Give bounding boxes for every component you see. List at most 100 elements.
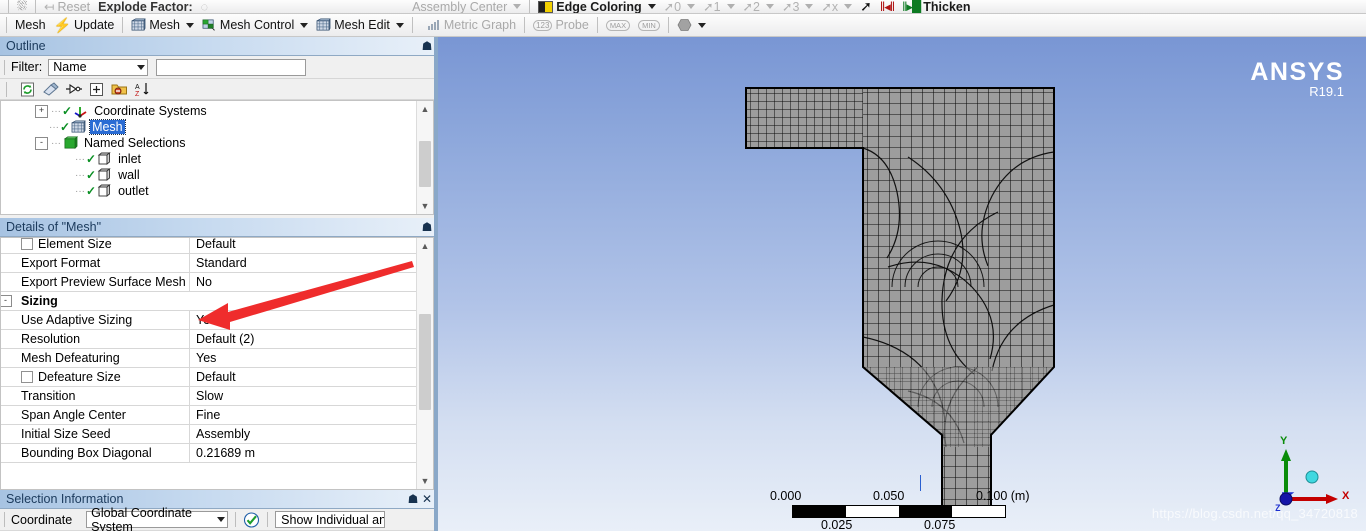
tree-node[interactable]: ··· ✓ inlet [1, 151, 417, 167]
mesh-control-dropdown-button[interactable]: Mesh Control [198, 15, 312, 36]
max-button[interactable]: MAX [602, 15, 634, 36]
scrollbar-thumb[interactable] [419, 141, 431, 187]
details-row-checkbox[interactable] [21, 371, 33, 383]
details-row[interactable]: Resolution Default (2) [1, 330, 417, 349]
scale-bar: 0.000 0.050 0.100 (m) 0.025 0.075 [748, 475, 1048, 531]
details-row-value[interactable]: Fine [190, 406, 417, 424]
edge-mode-0-button[interactable]: ➚0 [660, 0, 699, 14]
graphics-viewport[interactable]: ANSYS R19.1 Y X Z 0.000 0.050 0.100 (m) … [438, 37, 1366, 531]
tree-node[interactable]: ··· ✓ wall [1, 167, 417, 183]
edge-mode-3-button[interactable]: ➚3 [778, 0, 817, 13]
pin-icon[interactable]: ☗ [420, 37, 434, 56]
scroll-down-icon[interactable]: ▼ [417, 473, 433, 489]
tree-connector: ··· [75, 169, 85, 181]
explode-pin-button[interactable]: ⛆ [13, 0, 31, 13]
details-row[interactable]: Initial Size Seed Assembly [1, 425, 417, 444]
random-color-dropdown-button[interactable] [673, 15, 710, 36]
selection-information-panel: Selection Information ☗ ✕ Coordinate Glo… [0, 490, 434, 531]
edge-coloring-button[interactable]: Edge Coloring [534, 0, 659, 14]
reset-button[interactable]: ↤ Reset [40, 0, 94, 13]
tree-connector: ··· [49, 121, 59, 133]
tree-node-check-icon: ✓ [86, 152, 97, 166]
details-row[interactable]: Transition Slow [1, 387, 417, 406]
details-section-header[interactable]: - Sizing [1, 292, 417, 311]
details-row-value[interactable]: Yes [190, 311, 417, 329]
filter-mode-select[interactable]: Name [48, 58, 149, 76]
close-icon[interactable]: ✕ [420, 490, 434, 509]
tree-node-label: outlet [118, 184, 149, 198]
mesh-edit-dropdown-button[interactable]: Mesh Edit [312, 15, 408, 36]
details-title: Details of "Mesh" [6, 219, 102, 234]
scrollbar-thumb[interactable] [419, 314, 431, 410]
scroll-up-icon[interactable]: ▲ [417, 101, 433, 117]
edge-mode-2-button[interactable]: ➚2 [739, 0, 778, 13]
mesh-dropdown-button[interactable]: Mesh [127, 15, 198, 36]
details-row-value[interactable]: Default (2) [190, 330, 417, 348]
details-row-checkbox[interactable] [21, 238, 33, 250]
details-row[interactable]: Export Format Standard [1, 254, 417, 273]
edge-thickness-0-icon: ➚0 [663, 0, 682, 14]
details-row-value[interactable]: 0.21689 m [190, 444, 417, 462]
details-scrollbar[interactable]: ▲ ▼ [416, 238, 433, 489]
tree-expand-icon[interactable]: + [35, 104, 48, 118]
expand-icon[interactable] [88, 81, 105, 98]
edge-coloring-label: Edge Coloring [556, 0, 642, 14]
arrow-pointer-button[interactable]: ➚ [856, 0, 876, 13]
probe-button[interactable]: 123 Probe [529, 15, 593, 36]
edge-mode-1-button[interactable]: ➚1 [699, 0, 738, 13]
details-row-value[interactable]: Slow [190, 387, 417, 405]
assembly-center-combo[interactable]: Assembly Center [408, 0, 525, 13]
pin-icon[interactable]: ☗ [420, 218, 434, 237]
details-row[interactable]: Export Preview Surface Mesh No [1, 273, 417, 292]
scroll-down-icon[interactable]: ▼ [417, 198, 433, 214]
tree-collapse-icon[interactable]: - [35, 136, 48, 150]
section-collapse-icon[interactable]: - [1, 295, 12, 307]
tree-connector: ··· [51, 137, 61, 149]
folder-icon[interactable] [111, 81, 128, 98]
tree-node[interactable]: + ··· ✓ Coordinate Systems [1, 103, 417, 119]
update-button[interactable]: ⚡ Update [50, 15, 119, 36]
thicken-button[interactable]: ‖▸█ Thicken [898, 0, 974, 13]
outline-tree-scrollbar[interactable]: ▲ ▼ [416, 101, 433, 214]
sort-az-icon[interactable]: AZ [134, 81, 151, 98]
details-row-value[interactable]: Yes [190, 349, 417, 367]
details-row-value[interactable]: No [190, 273, 417, 291]
mesh-menu-button[interactable]: Mesh [11, 15, 50, 36]
apply-check-icon[interactable] [243, 511, 260, 528]
pin-icon[interactable]: ☗ [406, 490, 420, 509]
details-row-value[interactable]: Standard [190, 254, 417, 272]
explode-factor-slider[interactable]: ◌ [197, 0, 212, 13]
outline-tree[interactable]: + ··· ✓ Coordinate Systems ··· ✓ Mesh - ··· Named… [0, 100, 434, 215]
coordinate-triad[interactable]: Y X Z [1268, 435, 1358, 517]
cross-section-button[interactable]: ‖◂‖ [876, 0, 898, 13]
details-row-value[interactable]: Default [190, 238, 417, 253]
show-individual-select[interactable]: Show Individual an [275, 511, 386, 528]
tree-node[interactable]: - ··· Named Selections [1, 135, 417, 151]
tree-node[interactable]: ··· ✓ Mesh [1, 119, 417, 135]
filter-search-input[interactable] [156, 58, 307, 76]
details-row-value[interactable]: Assembly [190, 425, 417, 443]
scroll-up-icon[interactable]: ▲ [417, 238, 433, 254]
eraser-icon[interactable] [42, 81, 59, 98]
refresh-icon[interactable] [19, 81, 36, 98]
metric-graph-button[interactable]: Metric Graph [423, 15, 520, 36]
tree-node-label: Coordinate Systems [94, 104, 207, 118]
details-row[interactable]: Use Adaptive Sizing Yes [1, 311, 417, 330]
scale-bar-segment [899, 506, 952, 517]
details-row-key-label: Bounding Box Diagonal [21, 446, 152, 460]
details-row-value[interactable]: Default [190, 368, 417, 386]
details-row[interactable]: Mesh Defeaturing Yes [1, 349, 417, 368]
tree-node[interactable]: ··· ✓ outlet [1, 183, 417, 199]
details-property-grid[interactable]: Element Size Default Export Format Standard… [0, 237, 434, 490]
details-row[interactable]: Defeature Size Default [1, 368, 417, 387]
chevron-down-icon [212, 517, 227, 522]
edge-mode-x-button[interactable]: ➚x [817, 0, 856, 13]
coordinate-system-select[interactable]: Global Coordinate System [86, 506, 229, 531]
probe-icon[interactable] [65, 81, 82, 98]
filter-mode-value: Name [53, 60, 87, 74]
details-row[interactable]: Span Angle Center Fine [1, 406, 417, 425]
bar-chart-icon [427, 20, 439, 30]
min-button[interactable]: MIN [634, 15, 664, 36]
details-row[interactable]: Element Size Default [1, 238, 417, 254]
details-row[interactable]: Bounding Box Diagonal 0.21689 m [1, 444, 417, 463]
